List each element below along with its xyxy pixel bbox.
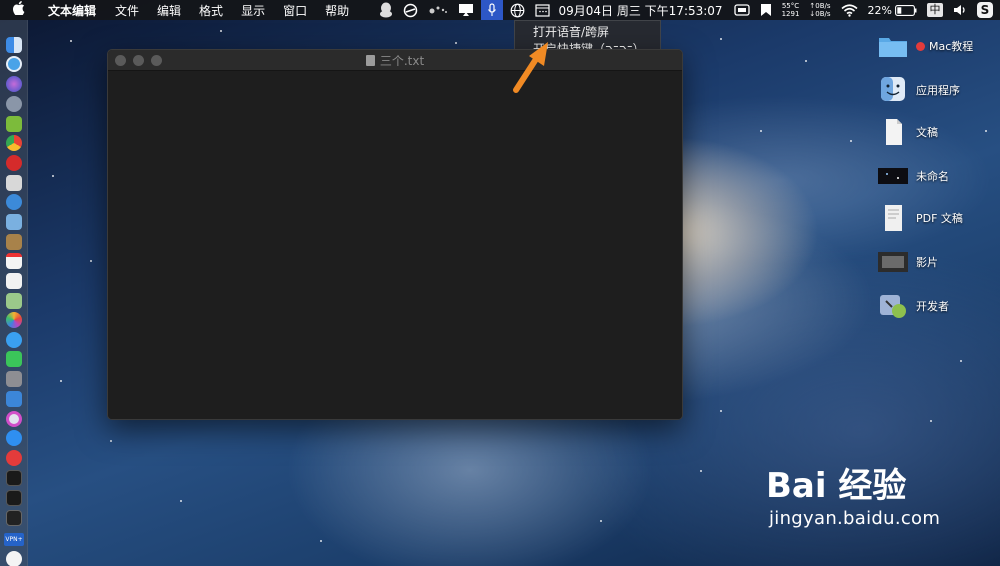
chrome-icon[interactable] [6, 135, 22, 151]
notes-icon[interactable] [6, 273, 22, 289]
desktop-item-label: PDF 文稿 [916, 212, 963, 225]
terminal-icon[interactable] [6, 490, 22, 506]
android-icon[interactable] [6, 116, 22, 132]
menu-format[interactable]: 格式 [190, 2, 232, 19]
desktop-item-developer[interactable]: 开发者 [878, 292, 949, 320]
desktop-item-label: Mac教程 [929, 40, 974, 53]
desktop-item-pdf-documents[interactable]: PDF 文稿 [878, 204, 963, 232]
watermark-url: jingyan.baidu.com [769, 508, 941, 529]
net-up-value: ↑0B/s [809, 2, 831, 10]
siri-icon[interactable] [6, 76, 22, 92]
document-file-icon [878, 118, 908, 146]
compass-circle-icon[interactable] [403, 3, 418, 18]
preview-icon[interactable] [6, 214, 22, 230]
textedit-window: 三个.txt [107, 49, 683, 420]
app-store-icon[interactable] [6, 430, 22, 446]
keynote-icon[interactable] [6, 391, 22, 407]
calendar-icon[interactable] [534, 3, 550, 17]
fan-speed-value: 1291 [781, 10, 800, 18]
pdf-file-icon [878, 204, 908, 232]
baidu-jingyan-watermark: Bai 经验 jingyan.baidu.com [766, 458, 940, 529]
menu-file[interactable]: 文件 [106, 2, 148, 19]
annotation-arrow-icon [513, 42, 548, 93]
text-editor-area[interactable] [108, 71, 682, 419]
watermark-logo: Bai 经验 [766, 458, 940, 507]
messages-icon[interactable] [6, 332, 22, 348]
yandex-browser-icon[interactable] [6, 551, 22, 566]
desktop-item-label: 应用程序 [916, 84, 960, 97]
window-title: 三个.txt [108, 50, 682, 71]
document-icon [365, 55, 375, 66]
microphone-icon[interactable] [480, 0, 503, 20]
desktop-item-mac-tutorial[interactable]: Mac教程 [878, 32, 973, 60]
menu-item-open-voice[interactable]: 打开语音/跨屏 [515, 24, 660, 41]
folder-icon [878, 32, 908, 60]
desktop-item-applications[interactable]: 应用程序 [878, 76, 960, 104]
screenshot-thumbnail-icon [878, 162, 908, 190]
dots-app-icon[interactable] [428, 4, 448, 16]
bookmark-app-icon[interactable] [760, 3, 772, 17]
movie-thumbnail-icon [878, 248, 908, 276]
window-title-text: 三个.txt [379, 54, 425, 68]
menu-help[interactable]: 帮助 [316, 2, 358, 19]
desktop-item-untitled[interactable]: 未命名 [878, 162, 949, 190]
netease-music-icon[interactable] [6, 155, 22, 171]
menu-window[interactable]: 窗口 [274, 2, 316, 19]
desktop-item-label: 文稿 [916, 126, 938, 139]
network-speed-readout[interactable]: ↑0B/s ↓0B/s [809, 2, 830, 18]
window-titlebar[interactable]: 三个.txt [108, 50, 682, 71]
facetime-icon[interactable] [6, 351, 22, 367]
menu-view[interactable]: 显示 [232, 2, 274, 19]
console-icon[interactable] [6, 510, 22, 526]
developer-tools-icon [878, 292, 908, 320]
maps-icon[interactable] [6, 293, 22, 309]
vpn-app-icon[interactable]: VPN+ [4, 533, 24, 546]
launchpad-rocket-icon[interactable] [6, 96, 22, 112]
red-tag-icon [916, 41, 925, 51]
desktop-item-movies[interactable]: 影片 [878, 248, 938, 276]
finder-icon[interactable] [6, 37, 22, 53]
photos-icon[interactable] [6, 312, 22, 328]
watermark-logo-text: Bai 经验 [766, 466, 907, 506]
menu-bar: 文本编辑 文件 编辑 格式 显示 窗口 帮助 09月04日 周三 下午17:53… [0, 0, 1000, 20]
battery-percent[interactable]: 22% [868, 4, 892, 17]
desktop-item-documents[interactable]: 文稿 [878, 118, 938, 146]
s-app-icon[interactable]: S [977, 2, 993, 18]
vivaldi-icon[interactable] [6, 450, 22, 466]
system-preferences-icon[interactable] [6, 371, 22, 387]
qq-penguin-icon[interactable] [379, 2, 393, 18]
volume-icon[interactable] [953, 4, 967, 16]
calendar-app-icon[interactable] [6, 253, 22, 269]
screen-mirroring-icon[interactable] [458, 3, 474, 17]
compass-app-icon[interactable] [6, 194, 22, 210]
menu-edit[interactable]: 编辑 [148, 2, 190, 19]
itunes-icon[interactable] [6, 411, 22, 427]
desktop-item-label: 影片 [916, 256, 938, 269]
wifi-icon[interactable] [841, 3, 858, 17]
desktop-item-label: 未命名 [916, 170, 949, 183]
globe-icon[interactable] [510, 3, 525, 18]
menu-app-name[interactable]: 文本编辑 [38, 2, 106, 19]
finder-face-icon [878, 76, 908, 104]
dock: VPN+ [0, 20, 28, 566]
input-method-indicator[interactable]: 中 [927, 3, 943, 17]
apple-menu-icon[interactable] [0, 1, 38, 19]
temperature-value: 55°C [781, 2, 800, 10]
notebook-icon[interactable] [6, 234, 22, 250]
activity-monitor-icon[interactable] [6, 470, 22, 486]
safari-icon[interactable] [6, 56, 22, 72]
disk-utility-icon[interactable] [6, 175, 22, 191]
net-down-value: ↓0B/s [809, 10, 831, 18]
menubar-clock[interactable]: 09月04日 周三 下午17:53:07 [559, 2, 723, 19]
battery-icon[interactable] [895, 4, 917, 16]
temperature-readout[interactable]: 55°C 1291 [782, 2, 800, 18]
desktop-item-label: 开发者 [916, 300, 949, 313]
menubar-extra-icon[interactable] [733, 4, 750, 16]
